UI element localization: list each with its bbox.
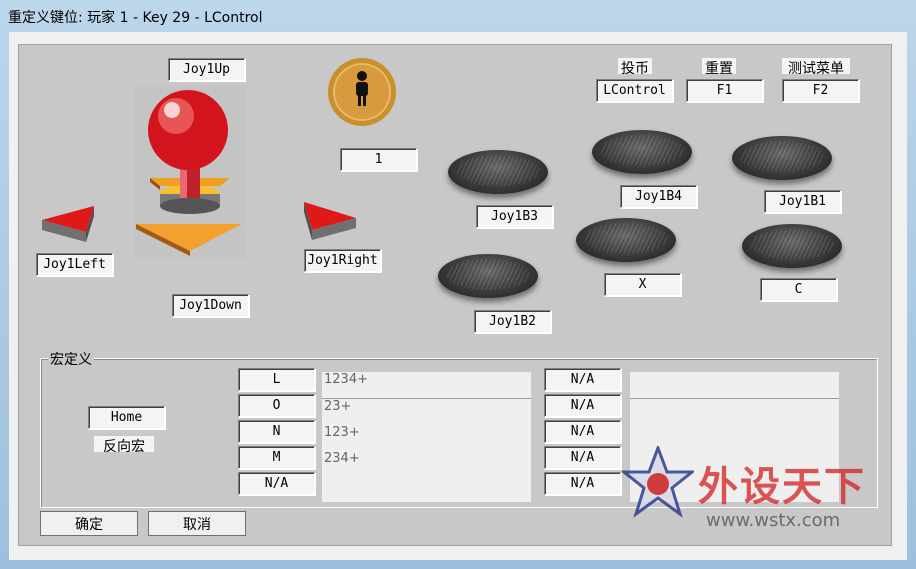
button-b2-field[interactable]: Joy1B2: [474, 310, 552, 334]
button-x-pad[interactable]: [576, 218, 676, 262]
list-item[interactable]: [630, 372, 839, 399]
macro-right-key-field[interactable]: N/A: [544, 472, 622, 496]
button-c-pad[interactable]: [742, 224, 842, 268]
test-menu-title: 测试菜单: [782, 58, 850, 77]
coin-insert-field[interactable]: LControl: [596, 79, 674, 103]
arrow-right-icon[interactable]: [302, 198, 358, 242]
button-b2-pad[interactable]: [438, 254, 538, 298]
button-c-field[interactable]: C: [760, 278, 838, 302]
reverse-macro-label: 反向宏: [94, 436, 154, 455]
macro-key-field[interactable]: M: [238, 446, 316, 470]
button-b1-field[interactable]: Joy1B1: [764, 190, 842, 214]
macro-key-field[interactable]: O: [238, 394, 316, 418]
joystick-icon: [134, 86, 246, 258]
macro-right-key-field[interactable]: N/A: [544, 394, 622, 418]
button-x-field[interactable]: X: [604, 273, 682, 297]
dialog-window: 重定义键位: 玩家 1 - Key 29 - LControl Joy1Up J…: [0, 0, 916, 569]
button-b1-pad[interactable]: [732, 136, 832, 180]
macro-right-key-field[interactable]: N/A: [544, 420, 622, 444]
macro-sequence-list[interactable]: 1234+ 23+ 123+ 234+: [322, 372, 531, 502]
arrow-left-icon[interactable]: [40, 202, 96, 244]
test-menu-field[interactable]: F2: [782, 79, 860, 103]
joystick-up-field[interactable]: Joy1Up: [168, 58, 246, 82]
macro-home-field[interactable]: Home: [88, 406, 166, 430]
joystick-left-field[interactable]: Joy1Left: [36, 253, 114, 277]
watermark-url: www.wstx.com: [706, 510, 841, 531]
button-b3-pad[interactable]: [448, 150, 548, 194]
coin-title: 投币: [618, 58, 652, 77]
window-title: 重定义键位: 玩家 1 - Key 29 - LControl: [8, 10, 263, 26]
macro-right-key-field[interactable]: N/A: [544, 368, 622, 392]
coin-key-field[interactable]: 1: [340, 148, 418, 172]
button-b3-field[interactable]: Joy1B3: [476, 205, 554, 229]
macro-key-field[interactable]: N: [238, 420, 316, 444]
cancel-button[interactable]: 取消: [148, 511, 246, 536]
macro-key-field[interactable]: L: [238, 368, 316, 392]
button-b4-field[interactable]: Joy1B4: [620, 185, 698, 209]
list-item[interactable]: 23+: [322, 399, 531, 425]
title-bar[interactable]: 重定义键位: 玩家 1 - Key 29 - LControl: [0, 0, 916, 32]
macro-group-title: 宏定义: [48, 349, 94, 369]
button-b4-pad[interactable]: [592, 130, 692, 174]
coin-icon[interactable]: [322, 56, 402, 132]
ok-button[interactable]: 确定: [40, 511, 138, 536]
joystick-down-field[interactable]: Joy1Down: [172, 294, 250, 318]
macro-right-key-field[interactable]: N/A: [544, 446, 622, 470]
watermark-title: 外设天下: [698, 464, 866, 510]
joystick-right-field[interactable]: Joy1Right: [304, 249, 382, 273]
macro-key-field[interactable]: N/A: [238, 472, 316, 496]
reset-field[interactable]: F1: [686, 79, 764, 103]
list-item[interactable]: 234+: [322, 451, 531, 477]
list-item[interactable]: 123+: [322, 425, 531, 451]
reset-title: 重置: [702, 58, 736, 77]
star-icon: [622, 446, 694, 518]
list-item[interactable]: 1234+: [322, 372, 531, 399]
